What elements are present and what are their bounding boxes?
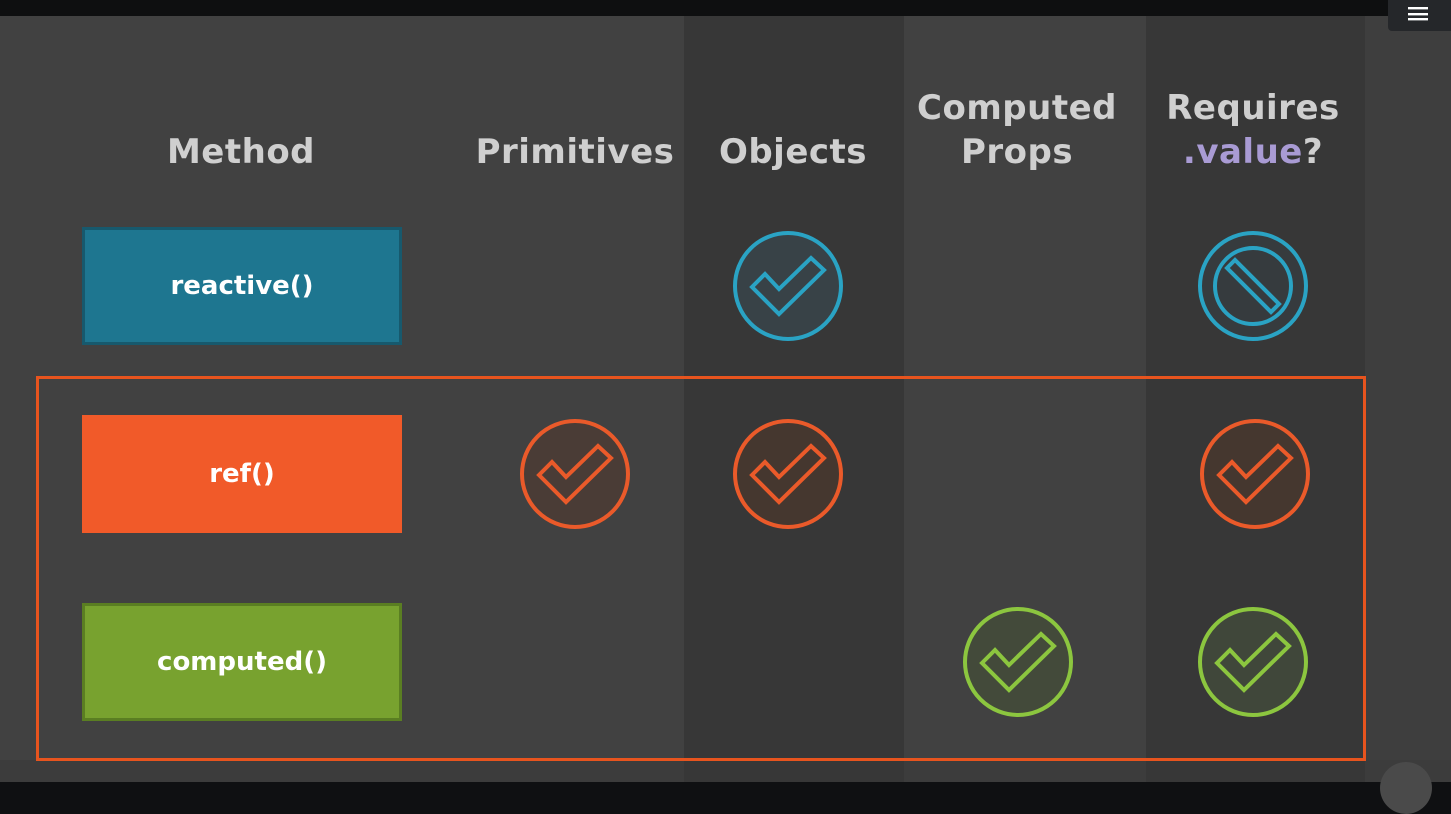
header-primitives: Primitives xyxy=(475,132,675,172)
slide-right-margin xyxy=(1365,16,1451,782)
header-requires-value-line1: Requires xyxy=(1166,88,1340,128)
header-method: Method xyxy=(166,132,316,172)
header-question-mark: ? xyxy=(1302,132,1324,172)
header-requires-value: Requires .value? xyxy=(1146,86,1360,174)
method-reactive: reactive() xyxy=(82,227,402,345)
no-icon xyxy=(1197,230,1309,342)
header-objects: Objects xyxy=(718,132,868,172)
header-computed-props-line2: Props xyxy=(960,132,1074,172)
check-icon xyxy=(732,230,844,342)
header-value-accent: .value xyxy=(1182,132,1303,172)
player-control-circle[interactable] xyxy=(1380,762,1432,814)
menu-button[interactable] xyxy=(1388,0,1451,31)
video-top-bar xyxy=(0,0,1451,16)
highlight-box xyxy=(36,376,1366,761)
menu-icon xyxy=(1408,7,1428,21)
header-computed-props: Computed Props xyxy=(904,86,1130,174)
header-computed-props-line1: Computed xyxy=(917,88,1117,128)
